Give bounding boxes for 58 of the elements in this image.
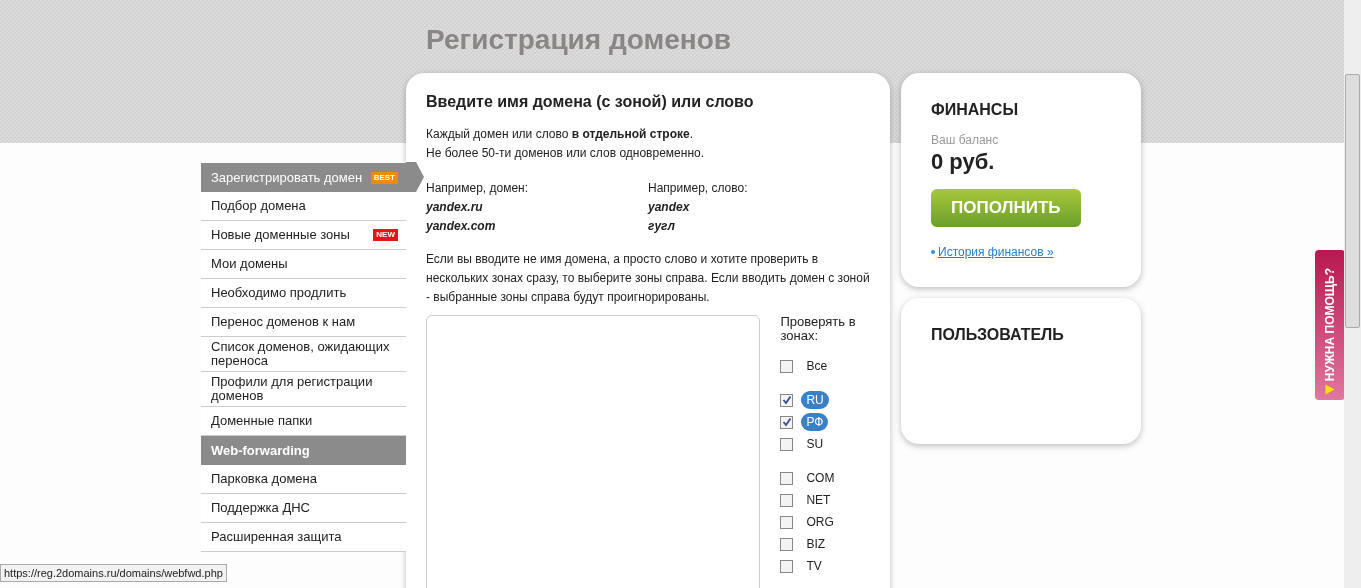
zone-label: TV	[805, 558, 823, 575]
domain-input-field[interactable]	[426, 315, 761, 588]
zones-title: Проверять в зонах:	[780, 315, 857, 343]
menu-badge: BEST	[370, 171, 398, 184]
menu-label: Профили для регистрации доменов	[211, 375, 374, 403]
balance-amount: 0 руб.	[931, 149, 996, 175]
bullet-icon	[931, 250, 935, 254]
zone-checkbox[interactable]	[780, 359, 794, 373]
zone-checkbox[interactable]	[780, 515, 794, 529]
scrollbar[interactable]	[1344, 0, 1361, 588]
zone-label: ORG	[805, 514, 835, 531]
menu-label: Мои домены	[211, 257, 289, 271]
zone-checkbox[interactable]	[780, 471, 794, 485]
help-tab[interactable]: НУЖНА ПОМОЩЬ?	[1315, 250, 1345, 400]
example-value: гугл	[648, 218, 676, 235]
finance-history-link[interactable]: История финансов »	[938, 245, 1054, 259]
zone-checkbox[interactable]	[780, 393, 794, 407]
zone-label: SU	[805, 436, 825, 453]
zone-label: NET	[805, 492, 832, 509]
form-note: Каждый домен или слово в отдельной строке.	[426, 126, 694, 143]
zone-label: COM	[805, 470, 836, 487]
example-value: yandex.ru	[426, 199, 484, 216]
example-value: yandex.com	[426, 218, 497, 235]
menu-badge: NEW	[373, 229, 398, 241]
menu-label: Новые доменные зоны	[211, 228, 351, 242]
example-title: Например, слово:	[648, 180, 749, 197]
menu-label: Поддержка ДНС	[211, 501, 311, 515]
menu-label: Список доменов, ожидающих переноса	[211, 340, 391, 368]
zone-label: RU	[801, 391, 829, 409]
menu-label: Перенос доменов к нам	[211, 315, 357, 329]
triangle-icon	[1325, 384, 1335, 395]
page-title: Регистрация доменов	[426, 23, 732, 57]
scrollbar-thumb[interactable]	[1345, 74, 1360, 328]
menu-label: Зарегистрировать домен	[211, 170, 364, 185]
zone-checkbox[interactable]	[780, 415, 794, 429]
zone-checkbox[interactable]	[780, 437, 794, 451]
card-title: ФИНАНСЫ	[931, 101, 1020, 119]
example-title: Например, домен:	[426, 180, 530, 197]
status-url: https://reg.2domains.ru/domains/webfwd.php	[0, 564, 227, 582]
zone-label: Все	[805, 358, 829, 375]
zone-checkbox[interactable]	[780, 493, 794, 507]
zone-label: РФ	[801, 413, 829, 431]
menu-label: Расширенная защита	[211, 530, 343, 544]
zone-checkbox[interactable]	[780, 559, 794, 573]
form-heading: Введите имя домена (с зоной) или слово	[426, 93, 755, 111]
pointer-icon	[406, 162, 424, 192]
menu-label: Парковка домена	[211, 472, 318, 486]
balance-label: Ваш баланс	[931, 133, 1000, 147]
menu-label: Доменные папки	[211, 414, 314, 428]
example-value: yandex	[648, 199, 691, 216]
explanation-text: Если вы вводите не имя домена, а просто слово и хотите проверить в нескольких зонах сразу, то выберите зоны справа. Если вводить домен с зоной - выбранные зоны справа будут проигнорированы.	[426, 251, 870, 306]
card-title: ПОЛЬЗОВАТЕЛЬ	[931, 326, 1065, 344]
menu-label: Необходимо продлить	[211, 286, 348, 300]
menu-label: Web-forwarding	[211, 443, 311, 458]
zone-checkbox[interactable]	[780, 537, 794, 551]
form-note: Не более 50-ти доменов или слов одновременно.	[426, 145, 705, 162]
zone-label: BIZ	[805, 536, 827, 553]
menu-label: Подбор домена	[211, 199, 307, 213]
